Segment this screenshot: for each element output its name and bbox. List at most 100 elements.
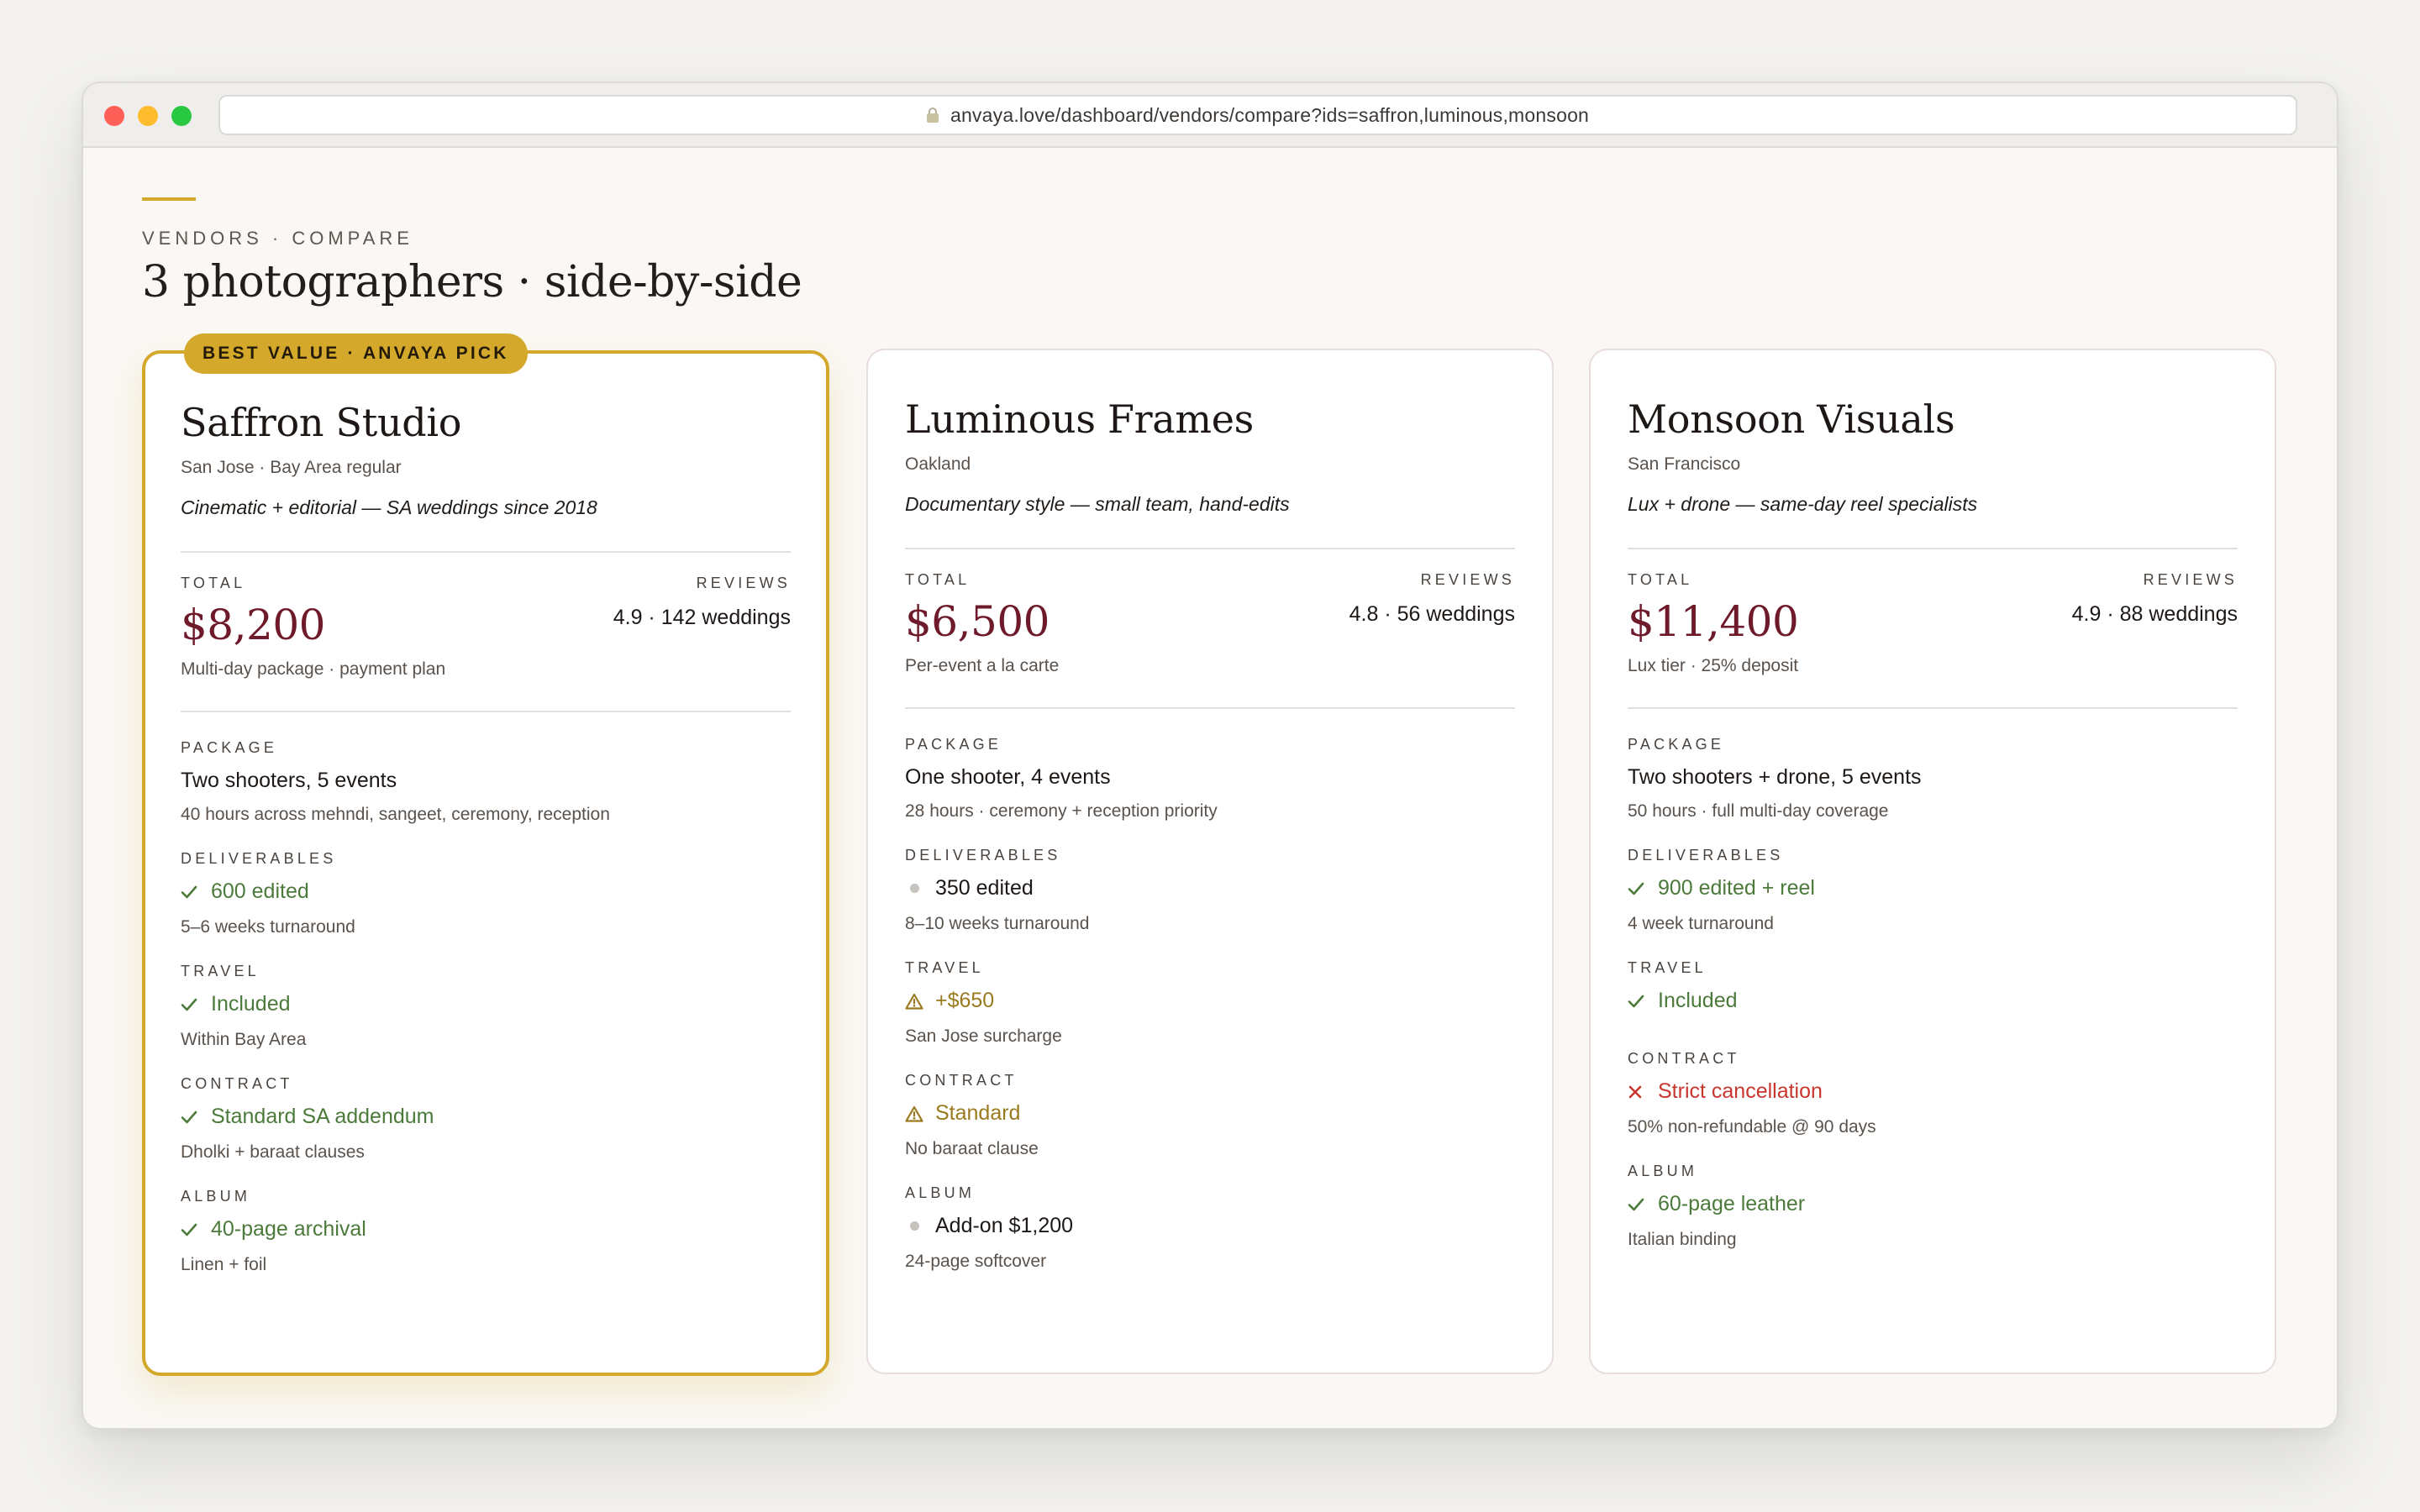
browser-titlebar: anvaya.love/dashboard/vendors/compare?id… [83,83,2337,148]
deliverables-section: DELIVERABLES 900 edited + reel 4 week tu… [1628,847,2238,934]
travel-value: Included [211,992,291,1016]
total-label: TOTAL [181,575,246,591]
package-section: PACKAGE Two shooters + drone, 5 events 5… [1628,736,2238,822]
page-content: VENDORS · COMPARE 3 photographers · side… [83,148,2337,1428]
contract-note: No baraat clause [905,1139,1039,1158]
contract-section: CONTRACT Standard SA addendum Dholki + b… [181,1075,791,1163]
total-price: $8,200 [181,601,325,649]
vendor-card-luminous[interactable]: Luminous Frames Oakland Documentary styl… [866,349,1554,1374]
check-icon [181,885,204,899]
contract-label: CONTRACT [181,1075,293,1092]
package-note: 50 hours · full multi-day coverage [1628,801,1889,821]
total-note: Lux tier · 25% deposit [1628,656,1799,675]
reviews-label: REVIEWS [1420,571,1515,588]
total-label: TOTAL [905,571,971,588]
total-note: Multi-day package · payment plan [181,659,446,679]
album-label: ALBUM [1628,1163,1698,1179]
reviews-value: 4.9 · 142 weddings [613,606,791,629]
album-label: ALBUM [905,1184,976,1201]
browser-window: anvaya.love/dashboard/vendors/compare?id… [82,81,2338,1430]
check-icon [1628,995,1651,1008]
divider [181,551,791,553]
price-row: TOTAL $11,400 Lux tier · 25% deposit REV… [1628,571,2238,675]
deliverables-value: 600 edited [211,879,309,903]
album-value: 60-page leather [1658,1192,1806,1215]
address-bar[interactable]: anvaya.love/dashboard/vendors/compare?id… [218,95,2297,135]
package-value: One shooter, 4 events [905,765,1111,789]
deliverables-note: 4 week turnaround [1628,914,1774,933]
vendor-tagline: Lux + drone — same-day reel specialists [1628,493,1978,515]
package-note: 28 hours · ceremony + reception priority [905,801,1218,821]
travel-label: TRAVEL [181,963,260,979]
package-label: PACKAGE [181,739,278,756]
contract-section: CONTRACT Standard No baraat clause [905,1072,1515,1159]
warning-icon [905,1105,929,1122]
reviews-value: 4.8 · 56 weddings [1349,602,1515,626]
best-value-badge: BEST VALUE · ANVAYA PICK [184,333,528,374]
travel-label: TRAVEL [1628,959,1707,976]
vendor-name: Monsoon Visuals [1628,396,1955,442]
total-label: TOTAL [1628,571,1693,588]
section-eyebrow: VENDORS · COMPARE [142,228,413,249]
price-row: TOTAL $6,500 Per-event a la carte REVIEW… [905,571,1515,675]
vendor-card-saffron[interactable]: BEST VALUE · ANVAYA PICK Saffron Studio … [142,333,829,1376]
reviews-label: REVIEWS [696,575,791,591]
divider [1628,707,2238,709]
contract-value: Standard [935,1101,1021,1125]
divider [1628,548,2238,549]
maximize-window-button[interactable] [171,106,192,126]
vendor-name: Luminous Frames [905,396,1254,442]
dot-icon [905,1221,929,1231]
vendor-location: Oakland [905,454,971,474]
album-value: 40-page archival [211,1217,366,1241]
url-text: anvaya.love/dashboard/vendors/compare?id… [950,103,1590,126]
travel-section: TRAVEL +$650 San Jose surcharge [905,959,1515,1047]
deliverables-section: DELIVERABLES 350 edited 8–10 weeks turna… [905,847,1515,934]
total-price: $6,500 [905,597,1050,646]
contract-note: 50% non-refundable @ 90 days [1628,1117,1876,1137]
vendor-name: Saffron Studio [181,400,462,445]
package-label: PACKAGE [1628,736,1725,753]
deliverables-section: DELIVERABLES 600 edited 5–6 weeks turnar… [181,850,791,937]
deliverables-label: DELIVERABLES [181,850,337,867]
travel-note: San Jose surcharge [905,1026,1062,1046]
page-title: 3 photographers · side-by-side [142,257,802,307]
travel-note: Within Bay Area [181,1030,307,1049]
x-icon [1628,1084,1651,1100]
check-icon [181,1223,204,1236]
package-note: 40 hours across mehndi, sangeet, ceremon… [181,805,610,824]
album-section: ALBUM Add-on $1,200 24-page softcover [905,1184,1515,1272]
total-price: $11,400 [1628,597,1799,646]
contract-note: Dholki + baraat clauses [181,1142,365,1162]
package-section: PACKAGE One shooter, 4 events 28 hours ·… [905,736,1515,822]
package-value: Two shooters + drone, 5 events [1628,765,1922,789]
divider [905,707,1515,709]
travel-value: Included [1658,989,1738,1012]
contract-value: Strict cancellation [1658,1079,1823,1103]
vendor-tagline: Cinematic + editorial — SA weddings sinc… [181,496,597,518]
album-section: ALBUM 60-page leather Italian binding [1628,1163,2238,1250]
accent-rule [142,197,196,201]
album-section: ALBUM 40-page archival Linen + foil [181,1188,791,1275]
lock-icon [926,108,939,123]
reviews-label: REVIEWS [2143,571,2238,588]
contract-section: CONTRACT Strict cancellation 50% non-ref… [1628,1050,2238,1137]
vendor-card-monsoon[interactable]: Monsoon Visuals San Francisco Lux + dron… [1589,349,2276,1374]
travel-section: TRAVEL Included [1628,959,2238,1013]
warning-icon [905,993,929,1010]
check-icon [181,998,204,1011]
dot-icon [905,884,929,893]
total-note: Per-event a la carte [905,656,1060,675]
minimize-window-button[interactable] [138,106,158,126]
check-icon [1628,1198,1651,1211]
divider [905,548,1515,549]
package-label: PACKAGE [905,736,1002,753]
close-window-button[interactable] [104,106,124,126]
album-note: Linen + foil [181,1255,267,1274]
contract-label: CONTRACT [1628,1050,1740,1067]
album-label: ALBUM [181,1188,251,1205]
price-row: TOTAL $8,200 Multi-day package · payment… [181,575,791,679]
deliverables-note: 8–10 weeks turnaround [905,914,1090,933]
package-value: Two shooters, 5 events [181,769,397,792]
vendor-tagline: Documentary style — small team, hand-edi… [905,493,1290,515]
